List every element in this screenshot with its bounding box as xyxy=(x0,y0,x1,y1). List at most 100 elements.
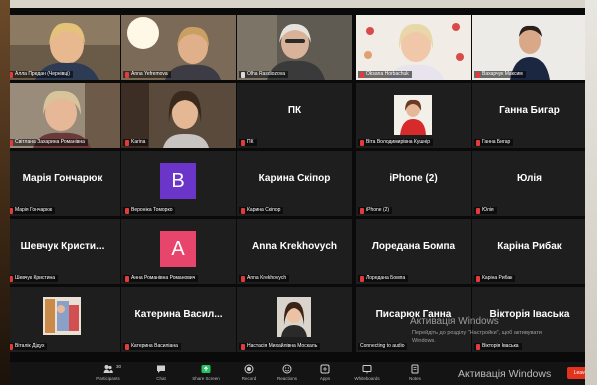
notes-label: Notes xyxy=(409,376,421,381)
participant-display-name: Карина Скіпор xyxy=(258,173,331,184)
participant-label: iPhone (2) xyxy=(358,207,393,214)
video-tile[interactable]: Лоредана Бомпа Лоредана Бомпа xyxy=(356,219,471,284)
video-tile-active-speaker[interactable]: Olha Rasdiozova xyxy=(237,15,352,80)
participant-name: Віта Володимирівна Кушнір xyxy=(366,139,430,145)
participant-name: Настасія Михайлівна Москаль xyxy=(247,343,318,349)
apps-button[interactable]: Apps xyxy=(307,364,343,382)
notes-icon xyxy=(411,364,419,374)
video-tile[interactable]: Anna Krekhovych Anna Krekhovych xyxy=(237,219,352,284)
participant-name: Віталік Дідух xyxy=(15,343,45,349)
video-tile[interactable]: A Анна Романівна Романович xyxy=(121,219,236,284)
participant-name: Oksana Horbachuk xyxy=(366,71,409,77)
video-tile[interactable]: Віталік Дідух xyxy=(5,287,120,352)
share-screen-button[interactable]: Share Screen xyxy=(188,364,224,382)
muted-mic-icon xyxy=(125,343,129,350)
video-tile[interactable]: Марія Гончарюк Марія Гончарюк xyxy=(5,151,120,216)
muted-mic-icon xyxy=(241,343,245,350)
windows-activation-line1: Перейдіть до розділу "Настройки", щоб ак… xyxy=(412,330,542,336)
video-tile[interactable]: Anna Yefremova xyxy=(121,15,236,80)
reactions-label: Reactions xyxy=(276,376,297,381)
muted-mic-icon xyxy=(241,139,245,146)
video-tile[interactable]: iPhone (2) iPhone (2) xyxy=(356,151,471,216)
zoom-meeting-window: Алла Предан (Чернівці) Anna Yefremova Ol… xyxy=(0,0,597,385)
participant-label: Лоредана Бомпа xyxy=(358,275,409,282)
participant-display-name: Anna Krekhovych xyxy=(251,241,338,252)
video-tile[interactable]: Віта Володимирівна Кушнір xyxy=(356,83,471,148)
participant-label: Юлія xyxy=(474,207,497,214)
participant-name: Anna Krekhovych xyxy=(247,275,287,281)
participant-display-name: Юлія xyxy=(516,173,543,184)
participant-name: Каріна Рибак xyxy=(482,275,513,281)
participant-display-name: Шевчук Кристи... xyxy=(20,241,105,252)
participant-name: Алла Предан (Чернівці) xyxy=(15,71,70,77)
record-button[interactable]: Record xyxy=(231,364,267,382)
chat-label: Chat xyxy=(156,376,166,381)
video-tile[interactable]: ПК ПК xyxy=(237,83,352,148)
apps-label: Apps xyxy=(319,376,331,381)
participant-label: Anna Krekhovych xyxy=(239,275,290,282)
smile-icon xyxy=(282,364,292,374)
participant-label: Алла Предан (Чернівці) xyxy=(7,71,73,78)
reactions-button[interactable]: Reactions xyxy=(269,364,305,382)
participant-name: Лоредана Бомпа xyxy=(366,275,406,281)
desk-background xyxy=(0,0,597,8)
video-tile[interactable]: B Вероніка Томорко xyxy=(121,151,236,216)
windows-activation-title: Активація Windows xyxy=(410,316,499,327)
participant-name: Вероніка Томорко xyxy=(131,207,173,213)
participant-name: Вікторія Іваськa xyxy=(482,343,519,349)
whiteboards-button[interactable]: Whiteboards xyxy=(349,364,385,382)
video-tile[interactable]: Алла Предан (Чернівці) xyxy=(5,15,120,80)
participant-name: iPhone (2) xyxy=(366,207,390,213)
video-tile[interactable]: Карина Скіпор Карина Скіпор xyxy=(237,151,352,216)
muted-mic-icon xyxy=(241,207,245,214)
chat-button[interactable]: Chat xyxy=(143,364,179,382)
muted-mic-icon xyxy=(476,71,480,78)
participant-label: Шевчук Кристина xyxy=(7,275,59,282)
video-tile[interactable]: Світлана Захарина Романівна xyxy=(5,83,120,148)
participant-label: Настасія Михайлівна Москаль xyxy=(239,343,321,350)
participant-name: Вахарчук Максим xyxy=(482,71,523,77)
participant-label: Анна Романівна Романович xyxy=(123,275,199,282)
participant-label: Connecting to audio xyxy=(358,343,408,350)
participant-display-name: Каріна Рибак xyxy=(497,241,562,252)
participant-name: Шевчук Кристина xyxy=(15,275,56,281)
participant-name: Світлана Захарина Романівна xyxy=(15,139,85,145)
participant-label: Марія Гончарюк xyxy=(7,207,56,214)
participant-label: Карина Скіпор xyxy=(239,207,284,214)
video-tile[interactable]: Ганна Бигар Ганна Бигар xyxy=(472,83,587,148)
muted-mic-icon xyxy=(125,139,129,146)
participant-name: Марія Гончарюк xyxy=(15,207,53,213)
video-tile[interactable]: Настасія Михайлівна Москаль xyxy=(237,287,352,352)
muted-mic-icon xyxy=(241,275,245,282)
participant-display-name: Лоредана Бомпа xyxy=(371,241,456,252)
participant-name: Anna Yefremova xyxy=(131,71,168,77)
muted-mic-icon xyxy=(360,71,364,78)
muted-mic-icon xyxy=(476,139,480,146)
participant-name: Olha Rasdiozova xyxy=(247,71,286,77)
chat-icon xyxy=(157,365,165,373)
participant-name: ПК xyxy=(247,139,254,145)
participant-label: Вероніка Томорко xyxy=(123,207,176,214)
video-tile[interactable]: Юлія Юлія xyxy=(472,151,587,216)
participant-name: Анна Романівна Романович xyxy=(131,275,196,281)
notes-button[interactable]: Notes xyxy=(397,364,433,382)
record-label: Record xyxy=(241,376,257,381)
participant-label: Віталік Дідух xyxy=(7,343,48,350)
video-tile[interactable]: Karina xyxy=(121,83,236,148)
desk-background xyxy=(0,0,10,385)
participant-name: Катерина Василіана xyxy=(131,343,178,349)
record-icon xyxy=(244,364,254,374)
video-tile[interactable]: Катерина Васил... Катерина Василіана xyxy=(121,287,236,352)
video-tile[interactable]: Каріна Рибак Каріна Рибак xyxy=(472,219,587,284)
video-tile[interactable]: Вахарчук Максим xyxy=(472,15,587,80)
participants-count: 30 xyxy=(116,364,122,369)
participant-label: Віта Володимирівна Кушнір xyxy=(358,139,433,146)
video-tile[interactable]: Шевчук Кристи... Шевчук Кристина xyxy=(5,219,120,284)
video-tile[interactable]: Oksana Horbachuk xyxy=(356,15,471,80)
muted-mic-icon xyxy=(360,275,364,282)
participant-label: Anna Yefremova xyxy=(123,71,171,78)
desk-background xyxy=(585,0,597,385)
share-screen-label: Share Screen xyxy=(192,376,220,381)
participants-button[interactable]: 30 Participants xyxy=(90,364,126,382)
participant-label: Каріна Рибак xyxy=(474,275,516,282)
